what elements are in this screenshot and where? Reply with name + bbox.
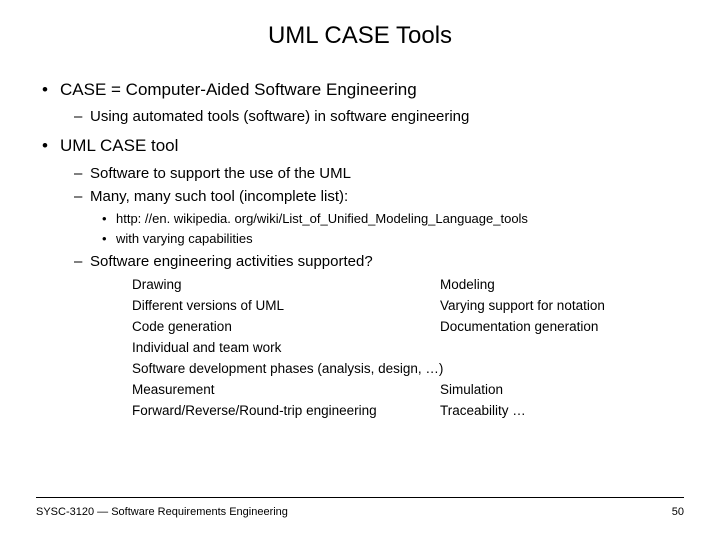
bullet-uml-tool: UML CASE tool bbox=[42, 132, 678, 159]
bullet-support: Software to support the use of the UML bbox=[74, 162, 678, 185]
slide-footer: SYSC-3120 — Software Requirements Engine… bbox=[36, 497, 684, 518]
activity-item: Software development phases (analysis, d… bbox=[132, 359, 678, 380]
activity-item: Drawing bbox=[132, 275, 432, 296]
bullet-many: Many, many such tool (incomplete list): bbox=[74, 185, 678, 208]
activity-item: Simulation bbox=[440, 380, 678, 401]
bullet-case-def: CASE = Computer-Aided Software Engineeri… bbox=[42, 76, 678, 103]
activity-item: Varying support for notation bbox=[440, 296, 678, 317]
activity-item: Individual and team work bbox=[132, 338, 678, 359]
activity-item: Forward/Reverse/Round-trip engineering bbox=[132, 401, 432, 422]
activities-grid: Drawing Modeling Different versions of U… bbox=[74, 275, 678, 421]
footer-divider bbox=[36, 497, 684, 498]
bullet-url: http: //en. wikipedia. org/wiki/List_of_… bbox=[102, 209, 678, 229]
footer-course: SYSC-3120 — Software Requirements Engine… bbox=[36, 506, 288, 518]
footer-page-number: 50 bbox=[672, 506, 684, 518]
activity-item: Different versions of UML bbox=[132, 296, 432, 317]
activity-item: Modeling bbox=[440, 275, 678, 296]
activity-item: Traceability … bbox=[440, 401, 678, 422]
activity-item: Code generation bbox=[132, 317, 432, 338]
activity-item: Documentation generation bbox=[440, 317, 678, 338]
bullet-varying: with varying capabilities bbox=[102, 229, 678, 249]
bullet-case-sub: Using automated tools (software) in soft… bbox=[74, 105, 678, 128]
bullet-activities-q: Software engineering activities supporte… bbox=[74, 250, 678, 273]
slide-title: UML CASE Tools bbox=[36, 22, 684, 50]
slide-content: CASE = Computer-Aided Software Engineeri… bbox=[36, 76, 684, 422]
activity-item: Measurement bbox=[132, 380, 432, 401]
